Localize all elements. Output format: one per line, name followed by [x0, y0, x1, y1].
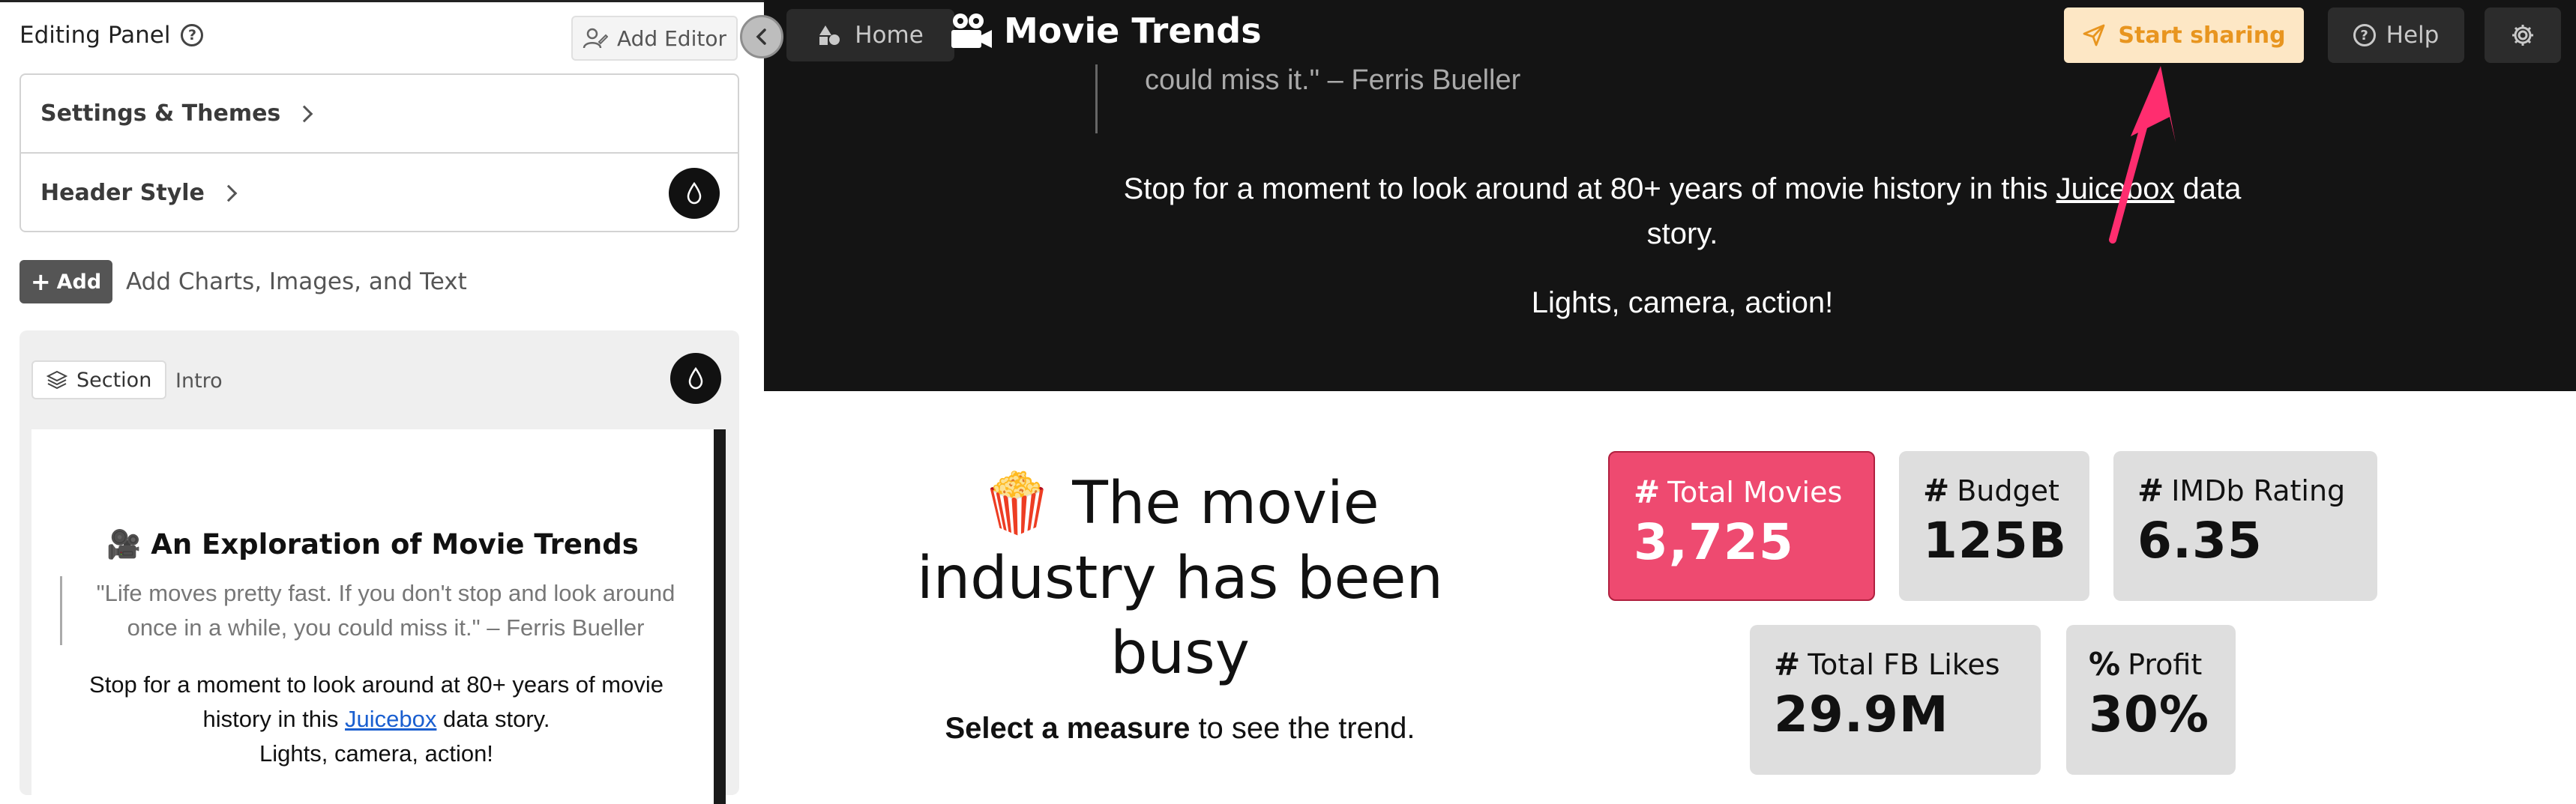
section-tag-label: Section	[76, 368, 152, 392]
accordion-header-style[interactable]: Header Style	[21, 154, 738, 232]
measure-tile-total-fb-likes[interactable]: # Total FB Likes 29.9M	[1750, 625, 2041, 775]
send-icon	[2083, 24, 2105, 46]
gear-icon	[2512, 25, 2533, 46]
start-sharing-button[interactable]: Start sharing	[2064, 7, 2304, 63]
settings-accordion: Settings & Themes Header Style	[19, 73, 739, 232]
section-name[interactable]: Intro	[175, 369, 223, 393]
chevron-right-icon	[295, 105, 313, 122]
home-button[interactable]: Home	[786, 9, 954, 61]
collapse-panel-button[interactable]	[740, 15, 783, 58]
accordion-label: Header Style	[40, 180, 205, 206]
accordion-label: Settings & Themes	[40, 100, 281, 127]
settings-button[interactable]	[2485, 7, 2561, 63]
movie-camera-icon: 🎥	[106, 528, 142, 560]
section-color-button[interactable]	[670, 353, 721, 404]
tile-label: Budget	[1957, 474, 2059, 507]
chevron-left-icon	[756, 28, 766, 45]
add-editor-label: Add Editor	[617, 25, 726, 51]
tile-label: Profit	[2128, 647, 2203, 681]
panel-title: Editing Panel	[19, 22, 171, 49]
panel-header: Editing Panel ?	[19, 22, 204, 49]
measure-tile-imdb-rating[interactable]: # IMDb Rating 6.35	[2113, 451, 2377, 601]
help-button[interactable]: ? Help	[2328, 7, 2464, 63]
section-card-intro: Section Intro 🎥 An Exploration of Movie …	[19, 330, 739, 804]
tile-value: 6.35	[2137, 512, 2263, 569]
popcorn-icon: 🍿	[981, 470, 1054, 537]
measures-prompt-rest: to see the trend.	[1190, 712, 1415, 745]
section-tag[interactable]: Section	[31, 360, 167, 399]
accordion-settings-themes[interactable]: Settings & Themes	[21, 75, 738, 154]
measure-tile-profit[interactable]: % Profit 30%	[2066, 625, 2236, 775]
help-icon: ?	[2353, 24, 2376, 46]
tile-value: 125B	[1923, 512, 2068, 569]
home-label: Home	[855, 22, 924, 49]
hash-icon: #	[2137, 472, 2164, 509]
preview-body-text-end: data story.	[436, 706, 550, 732]
add-content-row: + Add Add Charts, Images, and Text	[19, 260, 467, 303]
layers-icon	[46, 370, 67, 390]
preview-body: Stop for a moment to look around at 80+ …	[61, 668, 691, 771]
quote-bar	[1095, 64, 1098, 133]
juicebox-link[interactable]: Juicebox	[345, 706, 436, 732]
hero-body: Stop for a moment to look around at 80+ …	[1101, 166, 2263, 256]
help-icon[interactable]: ?	[181, 24, 204, 46]
editing-panel: Editing Panel ? Add Editor Settings & Th…	[0, 0, 764, 804]
preview-tagline: Lights, camera, action!	[259, 740, 493, 767]
movie-camera-icon	[951, 13, 992, 48]
percent-icon: %	[2089, 646, 2121, 683]
hash-icon: #	[1634, 474, 1661, 510]
hero-body-text: Stop for a moment to look around at 80+ …	[1123, 172, 2056, 205]
measures-prompt-bold: Select a measure	[945, 712, 1191, 745]
tile-value: 30%	[2089, 686, 2209, 743]
hero-tagline: Lights, camera, action!	[1531, 286, 1834, 319]
preview-quote: "Life moves pretty fast. If you don't st…	[60, 576, 690, 645]
droplet-icon	[687, 181, 702, 204]
add-button-label: Add	[56, 270, 102, 294]
tile-value: 29.9M	[1774, 686, 1949, 743]
start-sharing-label: Start sharing	[2118, 22, 2286, 49]
preview-title-text: An Exploration of Movie Trends	[151, 528, 639, 560]
story-title-text: Movie Trends	[1004, 10, 1262, 51]
juicebox-link[interactable]: Juicebox	[2056, 172, 2175, 205]
add-button[interactable]: + Add	[19, 260, 112, 303]
plus-icon: +	[30, 268, 51, 296]
tile-label: Total FB Likes	[1808, 647, 2000, 681]
droplet-icon	[688, 367, 703, 390]
measures-prompt: Select a measure to see the trend.	[869, 712, 1491, 746]
intro-hero: Home Movie Trends Start sharing ? Help c…	[764, 0, 2576, 391]
measure-tile-total-movies[interactable]: # Total Movies 3,725	[1608, 451, 1875, 601]
shapes-icon	[819, 25, 840, 45]
preview-title: 🎥 An Exploration of Movie Trends	[31, 528, 714, 561]
section-preview[interactable]: 🎥 An Exploration of Movie Trends "Life m…	[31, 429, 726, 804]
header-style-color-button[interactable]	[669, 167, 720, 219]
hero-quote: could miss it." – Ferris Bueller	[1145, 64, 1521, 96]
tile-label: Total Movies	[1667, 475, 1843, 509]
tile-value: 3,725	[1634, 513, 1794, 571]
hash-icon: #	[1774, 646, 1801, 683]
tile-label: IMDb Rating	[2171, 474, 2346, 507]
story-view: Home Movie Trends Start sharing ? Help c…	[764, 0, 2576, 788]
measures-headline: 🍿 The movie industry has been busy	[869, 466, 1491, 691]
add-editor-button[interactable]: Add Editor	[571, 16, 738, 61]
hash-icon: #	[1923, 472, 1950, 509]
measure-tile-budget[interactable]: # Budget 125B	[1899, 451, 2089, 601]
chevron-right-icon	[220, 184, 238, 202]
add-hint: Add Charts, Images, and Text	[126, 268, 467, 295]
add-user-icon	[583, 28, 608, 49]
help-label: Help	[2386, 22, 2440, 49]
story-title: Movie Trends	[948, 10, 1262, 51]
